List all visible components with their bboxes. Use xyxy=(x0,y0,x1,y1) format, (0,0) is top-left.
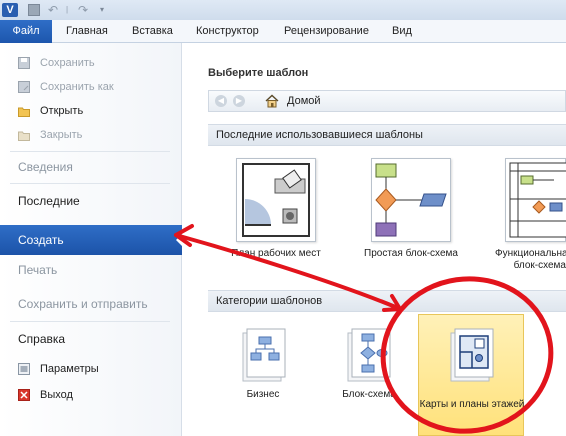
category-flowchart-label: Блок-схема xyxy=(342,389,396,400)
nav-open-label: Открыть xyxy=(40,105,84,117)
business-icon xyxy=(242,328,286,382)
category-maps-floorplans[interactable]: Карты и планы этажей xyxy=(418,314,524,436)
home-icon[interactable] xyxy=(265,94,279,108)
save-icon xyxy=(18,57,30,69)
tab-review[interactable]: Рецензирование xyxy=(284,20,369,43)
tab-file[interactable]: Файл xyxy=(0,20,52,43)
customize-toolbar-icon[interactable]: ▾ xyxy=(100,3,110,17)
nav-save-send[interactable]: Сохранить и отправить xyxy=(18,297,148,311)
category-flowchart[interactable] xyxy=(338,325,398,385)
quick-access-toolbar: V ↶ | ↷ ▾ xyxy=(0,0,566,20)
flowchart-icon xyxy=(347,328,391,382)
forward-arrow-icon[interactable]: ▶ xyxy=(233,95,245,107)
template-basic-flowchart-label: Простая блок-схема xyxy=(364,248,458,259)
separator-icon: | xyxy=(66,5,69,14)
nav-new-label: Создать xyxy=(18,233,64,247)
tab-view[interactable]: Вид xyxy=(392,20,412,43)
ribbon-tabs: Файл Главная Вставка Конструктор Рецензи… xyxy=(0,20,566,43)
save-icon[interactable] xyxy=(28,4,40,16)
backstage-nav: Сохранить Сохранить как Открыть Закрыть … xyxy=(0,43,183,436)
nav-divider xyxy=(10,321,170,322)
nav-save[interactable]: Сохранить xyxy=(0,51,182,75)
nav-recent[interactable]: Последние xyxy=(18,194,80,208)
home-link[interactable]: Домой xyxy=(287,95,321,107)
nav-exit[interactable]: Выход xyxy=(0,383,182,407)
nav-new[interactable]: Создать xyxy=(0,225,183,255)
nav-divider xyxy=(10,183,170,184)
crossfunctional-flowchart-preview xyxy=(509,162,566,238)
nav-close-label: Закрыть xyxy=(40,129,83,141)
page-title: Выберите шаблон xyxy=(208,67,309,79)
tab-insert[interactable]: Вставка xyxy=(132,20,173,43)
nav-print[interactable]: Печать xyxy=(18,263,57,277)
maps-floorplans-icon xyxy=(450,328,494,382)
category-business[interactable] xyxy=(233,325,293,385)
nav-info[interactable]: Сведения xyxy=(18,160,73,174)
selection-notch xyxy=(176,233,183,247)
template-categories-header: Категории шаблонов xyxy=(208,290,566,312)
back-arrow-icon[interactable]: ◀ xyxy=(215,95,227,107)
redo-icon[interactable]: ↷ xyxy=(78,3,92,17)
template-crossfunctional-flowchart-label: Функциональная блок-схема xyxy=(495,248,566,271)
basic-flowchart-preview xyxy=(375,163,447,237)
category-maps-floorplans-label: Карты и планы этажей xyxy=(419,399,525,410)
nav-save-as[interactable]: Сохранить как xyxy=(0,75,182,99)
template-office-layout[interactable] xyxy=(236,158,316,242)
template-panel: Выберите шаблон ◀ ▶ Домой Последние испо… xyxy=(183,43,566,436)
visio-app-icon[interactable]: V xyxy=(2,3,18,17)
save-as-icon xyxy=(18,81,30,93)
exit-icon xyxy=(18,389,30,401)
nav-close[interactable]: Закрыть xyxy=(0,123,182,147)
nav-save-label: Сохранить xyxy=(40,57,95,69)
nav-help[interactable]: Справка xyxy=(18,332,65,346)
office-layout-preview xyxy=(242,163,310,237)
undo-icon[interactable]: ↶ xyxy=(48,3,62,17)
close-folder-icon xyxy=(18,131,30,141)
template-breadcrumb: ◀ ▶ Домой xyxy=(208,90,566,112)
tab-design[interactable]: Конструктор xyxy=(196,20,259,43)
tab-home[interactable]: Главная xyxy=(66,20,108,43)
template-crossfunctional-flowchart[interactable] xyxy=(505,158,566,242)
open-folder-icon xyxy=(18,107,30,117)
nav-exit-label: Выход xyxy=(40,389,73,401)
nav-open[interactable]: Открыть xyxy=(0,99,182,123)
nav-options-label: Параметры xyxy=(40,363,99,375)
template-office-layout-label: План рабочих мест xyxy=(231,248,321,259)
template-basic-flowchart[interactable] xyxy=(371,158,451,242)
nav-options[interactable]: Параметры xyxy=(0,357,182,381)
nav-save-as-label: Сохранить как xyxy=(40,81,114,93)
category-business-label: Бизнес xyxy=(246,389,280,400)
options-icon xyxy=(18,363,30,375)
nav-divider xyxy=(10,151,170,152)
recent-templates-header: Последние использовавшиеся шаблоны xyxy=(208,124,566,146)
